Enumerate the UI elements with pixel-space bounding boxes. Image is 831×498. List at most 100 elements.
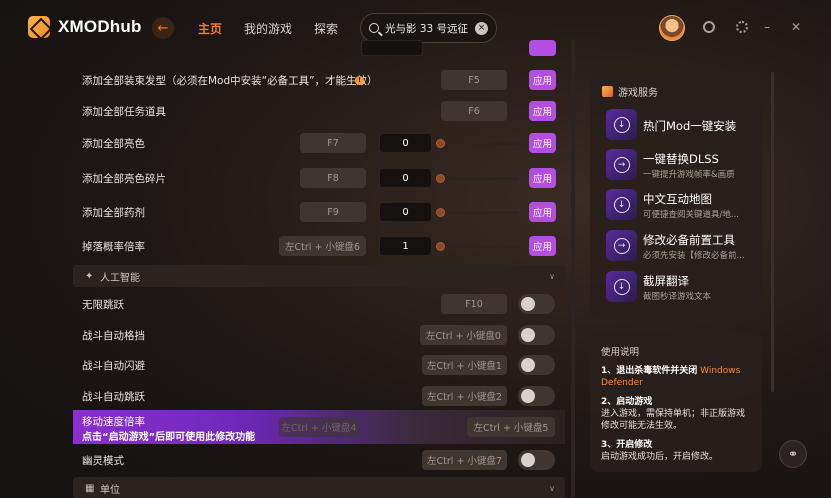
close-icon[interactable]: ✕ [789,20,803,34]
toggle-switch[interactable] [518,355,555,375]
service-item[interactable]: → 一键替换DLSS 一键提升游戏帧率&画质 [606,149,756,181]
service-item[interactable]: → 修改必备前置工具 必须先安装【修改必备前... [606,230,756,262]
clear-search-icon[interactable]: × [475,21,488,35]
hotkey[interactable]: 左Ctrl + 小键盘1 [422,355,507,375]
service-desc: 必须先安装【修改必备前... [643,251,745,261]
partial-input[interactable] [361,40,423,56]
toggle-row: 无限跳跃 F10 [73,289,565,319]
section-header-unit[interactable]: ▦ 单位 ∨ [73,477,565,498]
toggle-switch[interactable] [518,386,555,406]
value-slider[interactable] [436,241,519,251]
unit-icon: ▦ [85,482,95,494]
side-scrollbar[interactable] [771,72,774,392]
service-name: 一键替换DLSS [643,152,719,166]
value-slider[interactable] [436,207,519,217]
apply-button[interactable]: 应用 [529,70,556,90]
minimize-icon[interactable]: – [760,20,774,34]
step-text: 启动游戏成功后，开启修改。 [601,452,719,462]
hotkey[interactable]: 左Ctrl + 小键盘2 [422,386,507,406]
nav-home[interactable]: 主页 [198,20,222,37]
value-input[interactable]: 0 [379,202,432,222]
settings-ring-icon[interactable] [702,20,716,34]
chevron-down-icon: ∨ [549,483,555,493]
nav-my-games[interactable]: 我的游戏 [244,20,292,37]
hotkey[interactable]: F10 [441,294,507,314]
replace-icon: → [606,149,637,180]
download-icon: ↓ [606,109,637,140]
chevron-down-icon: ∨ [549,271,555,281]
step-title: 3、开启修改 [601,440,653,450]
apply-button[interactable]: 应用 [529,101,556,121]
value-slider[interactable] [436,173,519,183]
service-item[interactable]: ↓ 热门Mod一键安装 [606,109,756,141]
target-icon[interactable] [735,20,749,34]
hotkey[interactable]: F9 [300,202,366,222]
hotkey[interactable]: F5 [441,70,507,90]
service-item[interactable]: ↓ 中文互动地图 可便捷查阅关键道具/地... [606,189,756,221]
user-avatar[interactable] [659,15,685,41]
toggle-row: 战斗自动格挡 左Ctrl + 小键盘0 [73,320,565,350]
app-window: XMODhub ← 主页 我的游戏 探索 光与影 33 号远征 × – ✕ 添加… [0,0,831,498]
hotkey[interactable]: 左Ctrl + 小键盘5 [467,417,555,437]
logo[interactable]: XMODhub [28,16,142,38]
option-label: 掉落概率倍率 [82,240,145,253]
option-row: 添加全部亮色碎片 F8 0 应用 [73,163,565,193]
back-button[interactable]: ← [152,17,174,39]
services-title-text: 游戏服务 [618,88,658,99]
section-header-ai[interactable]: ✦ 人工智能 ∨ [73,265,565,287]
toggle-switch[interactable] [518,325,555,345]
slider-knob[interactable] [436,173,445,183]
service-desc: 一键提升游戏帧率&画质 [643,170,735,180]
hotkey[interactable]: F8 [300,168,366,188]
hotkey[interactable]: F6 [441,101,507,121]
list-scrollbar[interactable] [571,40,575,498]
main-nav: 主页 我的游戏 探索 [198,20,338,37]
slider-knob[interactable] [436,241,445,251]
headset-support-icon[interactable]: ⚭ [779,440,807,468]
ai-icon: ✦ [85,270,94,282]
toggle-switch[interactable] [518,450,555,470]
option-label: 添加全部亮色碎片 [82,172,166,185]
box-icon [602,86,613,97]
toggle-row: 战斗自动跳跃 左Ctrl + 小键盘2 [73,381,565,411]
value-input[interactable]: 1 [379,236,432,256]
value-input[interactable]: 0 [379,133,432,153]
tool-icon: → [606,230,637,261]
option-label: 添加全部装束发型（必须在Mod中安装“必备工具”，才能生效） [82,74,378,87]
search-box[interactable]: 光与影 33 号远征 × [360,13,497,43]
hotkey[interactable]: 左Ctrl + 小键盘6 [279,236,366,256]
apply-button[interactable]: 应用 [529,168,556,188]
search-input[interactable]: 光与影 33 号远征 [385,21,469,36]
hotkey[interactable]: 左Ctrl + 小键盘0 [420,325,507,345]
service-desc: 截图秒译游戏文本 [643,292,712,302]
toggle-row: 幽灵模式 左Ctrl + 小键盘7 [73,445,565,475]
option-label: 战斗自动闪避 [82,359,145,372]
option-row: 添加全部装束发型（必须在Mod中安装“必备工具”，才能生效） ! F5 应用 [73,65,565,95]
option-label: 战斗自动格挡 [82,329,145,342]
toggle-switch[interactable] [518,294,555,314]
translate-icon: ↓ [606,271,637,302]
map-icon: ↓ [606,189,637,220]
apply-button[interactable]: 应用 [529,202,556,222]
nav-explore[interactable]: 探索 [314,20,338,37]
hotkey[interactable]: 左Ctrl + 小键盘4 [279,417,359,437]
warning-icon[interactable]: ! [355,75,364,85]
logo-text: XMODhub [58,17,142,36]
value-slider[interactable] [436,138,519,148]
option-label: 添加全部任务道具 [82,105,166,118]
apply-button[interactable] [529,40,556,56]
hotkey[interactable]: 左Ctrl + 小键盘7 [422,450,507,470]
slider-knob[interactable] [436,138,445,148]
slider-knob[interactable] [436,207,445,217]
apply-button[interactable]: 应用 [529,133,556,153]
value-input[interactable]: 0 [379,168,432,188]
section-title: 单位 [100,484,120,496]
services-title: 游戏服务 [602,84,658,99]
usage-title: 使用说明 [601,347,640,358]
hotkey[interactable]: F7 [300,133,366,153]
option-row: 添加全部任务道具 F6 应用 [73,96,565,126]
service-name: 截屏翻译 [643,274,689,288]
option-label: 移动速度倍率 [82,416,145,428]
apply-button[interactable]: 应用 [529,236,556,256]
service-item[interactable]: ↓ 截屏翻译 截图秒译游戏文本 [606,271,756,303]
